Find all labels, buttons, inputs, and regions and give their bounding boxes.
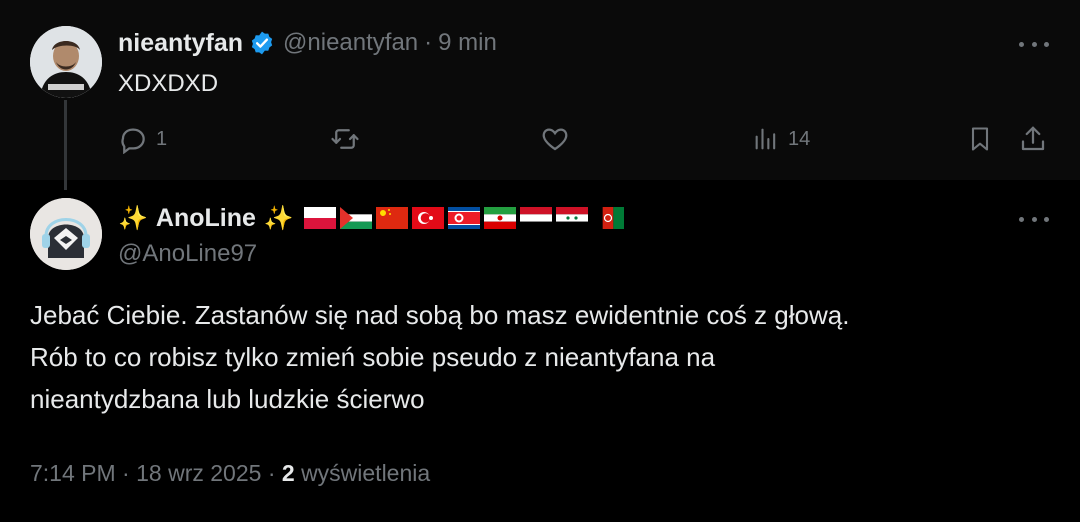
- heart-icon: [542, 128, 568, 151]
- analytics-icon: [755, 128, 776, 150]
- syria-flag-icon: [555, 207, 588, 229]
- reply-count: 1: [156, 127, 168, 150]
- avatar[interactable]: [30, 198, 102, 270]
- retweet-icon: [331, 129, 359, 149]
- flag-emojis: [303, 207, 628, 229]
- view-count: 2: [281, 460, 295, 486]
- reply-author-row: ✨ AnoLine ✨: [118, 200, 628, 236]
- more-options-icon[interactable]: [1019, 39, 1049, 49]
- like-button[interactable]: [540, 124, 570, 154]
- reply-button[interactable]: 1: [118, 124, 167, 154]
- yemen-flag-icon: [519, 207, 552, 229]
- verified-badge-icon: [251, 31, 273, 55]
- author-handle[interactable]: @nieantyfan: [283, 29, 418, 57]
- tweet-meta: 7:14 PM · 18 wrz 2025 · 2 wyświetlenia: [30, 460, 431, 486]
- tweet-time[interactable]: 7:14 PM: [30, 460, 116, 486]
- bookmark-icon: [971, 127, 989, 151]
- sparkle-emoji: ✨: [118, 204, 148, 232]
- author-name[interactable]: AnoLine: [156, 204, 256, 233]
- north-korea-flag-icon: [447, 207, 480, 229]
- views-label: wyświetlenia: [301, 460, 431, 486]
- author-name[interactable]: nieantyfan: [118, 29, 243, 58]
- reply-icon: [121, 128, 145, 154]
- view-count: 14: [788, 127, 811, 150]
- turkey-flag-icon: [411, 207, 444, 229]
- share-icon: [1021, 126, 1045, 151]
- thread-line: [64, 100, 67, 190]
- more-options-icon[interactable]: [1019, 214, 1049, 224]
- tweet-time[interactable]: 9 min: [438, 29, 497, 57]
- tweet-text-line: Jebać Ciebie. Zastanów się nad sobą bo m…: [30, 300, 850, 330]
- avatar[interactable]: [30, 26, 102, 98]
- views-button[interactable]: 14: [752, 124, 810, 154]
- tweet-date[interactable]: 18 wrz 2025: [136, 460, 261, 486]
- iran-flag-icon: [483, 207, 516, 229]
- share-button[interactable]: [1018, 124, 1048, 154]
- china-flag-icon: [375, 207, 408, 229]
- palestine-flag-icon: [339, 207, 372, 229]
- parent-author-row: nieantyfan @nieantyfan · 9 min: [118, 26, 497, 60]
- tweet-text-line: Rób to co robisz tylko zmień sobie pseud…: [30, 342, 716, 372]
- parent-tweet[interactable]: nieantyfan @nieantyfan · 9 min XDXDXD 1 …: [0, 0, 1080, 190]
- retweet-button[interactable]: [330, 124, 360, 154]
- afghanistan-flag-icon: [591, 207, 624, 229]
- sparkle-emoji: ✨: [263, 204, 294, 232]
- author-handle[interactable]: @AnoLine97: [118, 240, 257, 268]
- tweet-text: Jebać Ciebie. Zastanów się nad sobą bo m…: [30, 294, 1040, 420]
- bookmark-button[interactable]: [966, 124, 994, 154]
- tweet-text-line: nieantydzbana lub ludzkie ścierwo: [30, 384, 425, 414]
- tweet-text: XDXDXD: [118, 70, 219, 97]
- separator-dot: ·: [424, 29, 433, 56]
- poland-flag-icon: [303, 207, 336, 229]
